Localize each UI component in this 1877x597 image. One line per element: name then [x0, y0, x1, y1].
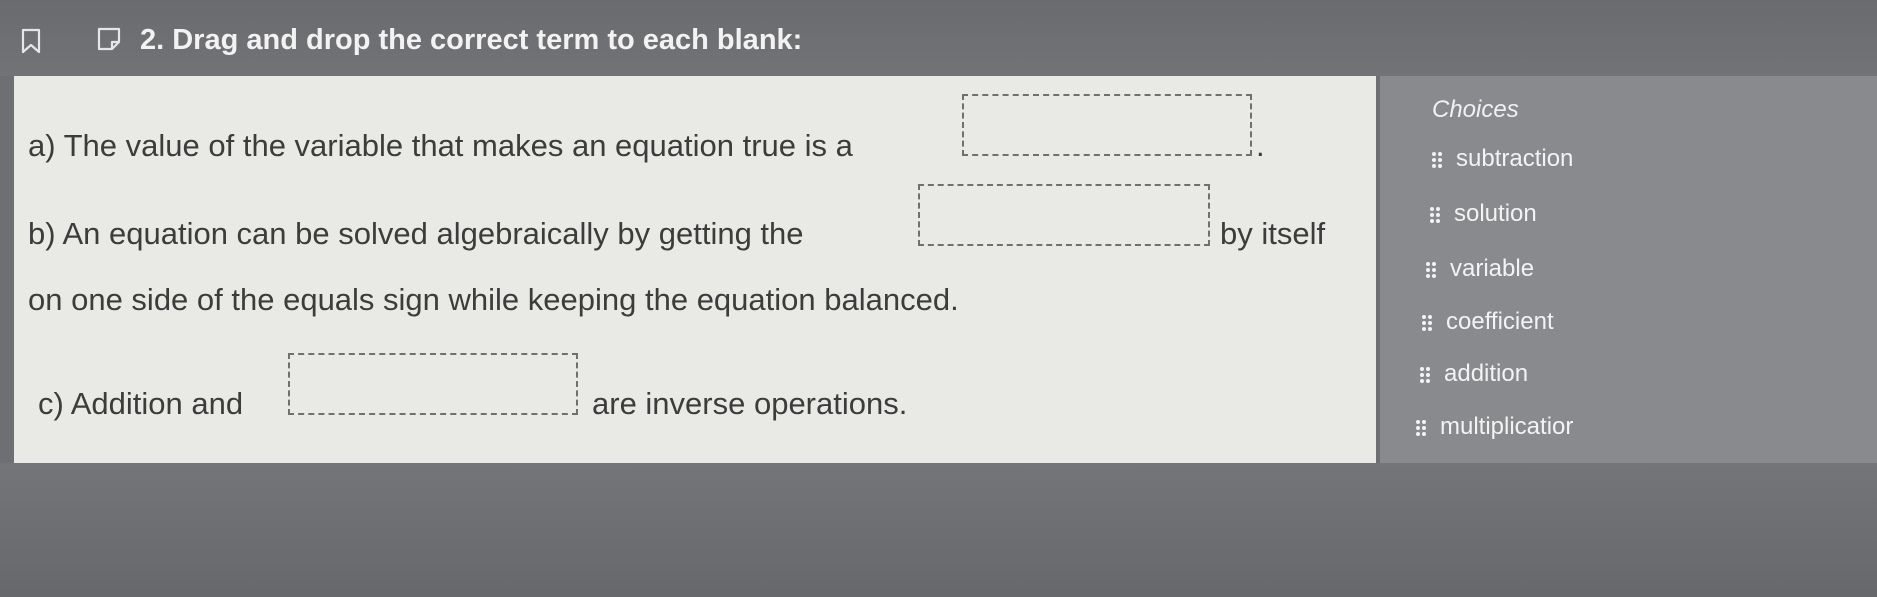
- choice-solution[interactable]: solution: [1428, 196, 1537, 232]
- statement-b: b) An equation can be solved algebraical…: [28, 216, 804, 251]
- question-title: 2. Drag and drop the correct term to eac…: [140, 24, 803, 56]
- choice-variable[interactable]: variable: [1424, 251, 1534, 287]
- choice-multiplication[interactable]: multiplicatior: [1414, 409, 1573, 445]
- statement-b-end: by itself: [1220, 216, 1326, 251]
- statement-c: c) Addition and: [38, 386, 244, 421]
- drag-grip-icon: [1418, 364, 1432, 384]
- drag-grip-icon: [1430, 149, 1444, 169]
- drop-blank-b[interactable]: [918, 184, 1210, 246]
- choice-subtraction[interactable]: subtraction: [1430, 141, 1573, 177]
- drag-grip-icon: [1424, 259, 1438, 279]
- choice-label: coefficient: [1446, 308, 1554, 335]
- drag-grip-icon: [1428, 204, 1442, 224]
- choice-label: addition: [1444, 360, 1529, 387]
- choice-coefficient[interactable]: coefficient: [1420, 304, 1554, 340]
- choice-label: solution: [1454, 200, 1537, 227]
- bookmark-icon[interactable]: [20, 28, 42, 54]
- statement-c-end: are inverse operations.: [592, 386, 908, 421]
- choice-addition[interactable]: addition: [1418, 356, 1528, 392]
- statement-a: a) The value of the variable that makes …: [28, 128, 853, 163]
- statement-a-end: .: [1256, 128, 1265, 163]
- choice-label: multiplicatior: [1440, 413, 1574, 440]
- drag-grip-icon: [1414, 417, 1428, 437]
- flag-icon[interactable]: [96, 26, 122, 52]
- choice-label: variable: [1450, 255, 1535, 282]
- choices-title: Choices: [1432, 96, 1519, 123]
- drag-grip-icon: [1420, 312, 1434, 332]
- drop-blank-a[interactable]: [962, 94, 1252, 156]
- statement-b-continued: on one side of the equals sign while kee…: [28, 282, 959, 317]
- page-footer: [0, 463, 1877, 597]
- drop-blank-c[interactable]: [288, 353, 578, 415]
- choice-label: subtraction: [1456, 145, 1574, 172]
